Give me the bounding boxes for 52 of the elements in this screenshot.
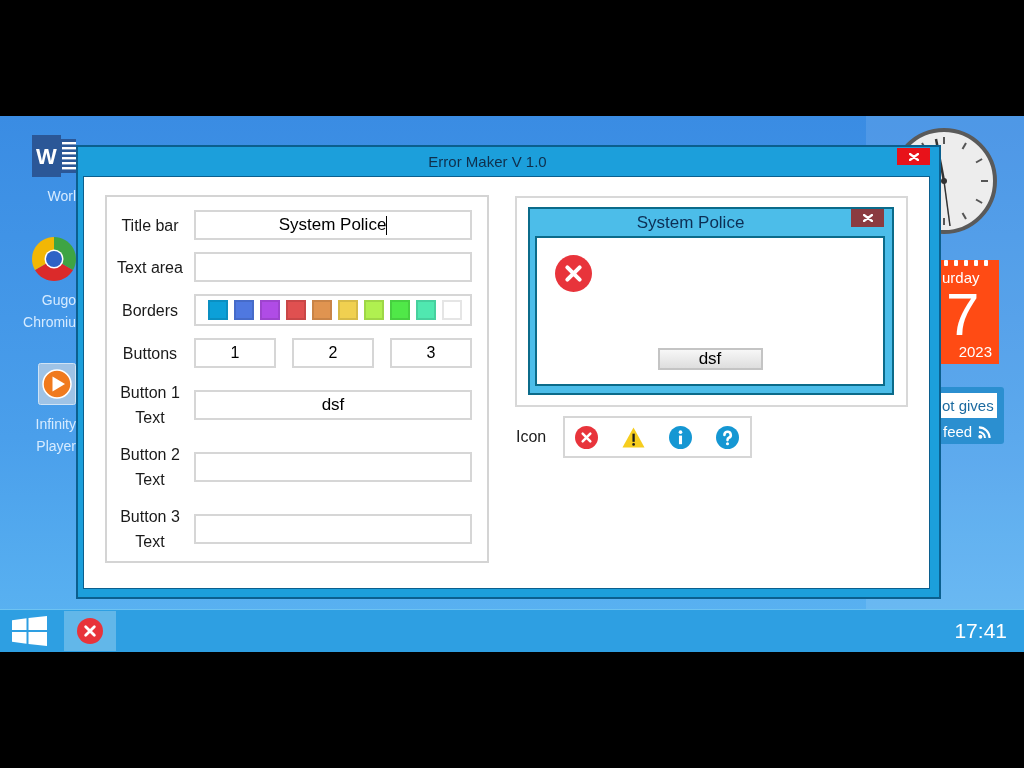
input-field[interactable]: System Police	[194, 210, 472, 240]
error-icon	[77, 618, 103, 644]
color-swatch[interactable]	[338, 300, 358, 320]
color-swatch[interactable]	[390, 300, 410, 320]
input-field[interactable]	[194, 252, 472, 282]
color-swatch[interactable]	[364, 300, 384, 320]
input-field[interactable]: dsf	[194, 390, 472, 420]
tricolor-circle-icon[interactable]	[32, 237, 76, 281]
color-swatch[interactable]	[442, 300, 462, 320]
field-label: Borders	[121, 300, 179, 321]
field-label: Buttons	[121, 343, 179, 364]
logo-tile[interactable]: W	[32, 135, 61, 177]
calendar-date: 7	[946, 287, 980, 343]
taskbar-clock: 17:41	[954, 618, 1007, 645]
error-icon[interactable]	[575, 425, 599, 449]
rss-icon	[978, 425, 992, 439]
icon-label: Icon	[516, 427, 547, 447]
input-field[interactable]	[194, 514, 472, 544]
play-button-icon[interactable]	[38, 363, 76, 405]
field-label: Button 2 Text	[119, 445, 181, 490]
feed-label: feed	[943, 422, 973, 442]
document-lines-icon[interactable]	[61, 139, 76, 173]
color-swatch[interactable]	[416, 300, 436, 320]
field-label: Button 1 Text	[119, 383, 181, 428]
feed-headline: ot gives	[941, 393, 997, 418]
option-button[interactable]: 2	[292, 338, 374, 368]
taskbar-app-button[interactable]	[64, 611, 116, 651]
field-label: Text area	[116, 257, 184, 278]
error-icon	[555, 255, 592, 292]
close-button[interactable]	[897, 148, 930, 165]
dialog-button[interactable]: dsf	[657, 348, 763, 370]
close-icon	[862, 214, 873, 222]
input-field[interactable]	[194, 452, 472, 482]
color-swatch[interactable]	[312, 300, 332, 320]
close-button[interactable]	[851, 209, 884, 227]
color-swatch[interactable]	[286, 300, 306, 320]
help-icon[interactable]	[716, 425, 740, 449]
calendar-year: 2023	[957, 343, 993, 361]
start-icon[interactable]	[12, 616, 47, 646]
option-button[interactable]: 3	[390, 338, 472, 368]
info-icon[interactable]	[669, 425, 693, 449]
color-swatch[interactable]	[234, 300, 254, 320]
field-label: Title bar	[120, 215, 180, 236]
field-label: Button 3 Text	[119, 507, 181, 552]
option-button[interactable]: 1	[194, 338, 276, 368]
calendar-day-name: urday	[941, 269, 981, 287]
warning-icon[interactable]	[622, 425, 646, 449]
color-swatch[interactable]	[208, 300, 228, 320]
window-title: Error Maker V 1.0	[427, 152, 548, 172]
color-swatch[interactable]	[260, 300, 280, 320]
close-icon	[908, 152, 919, 161]
dialog-title: System Police	[635, 212, 746, 234]
